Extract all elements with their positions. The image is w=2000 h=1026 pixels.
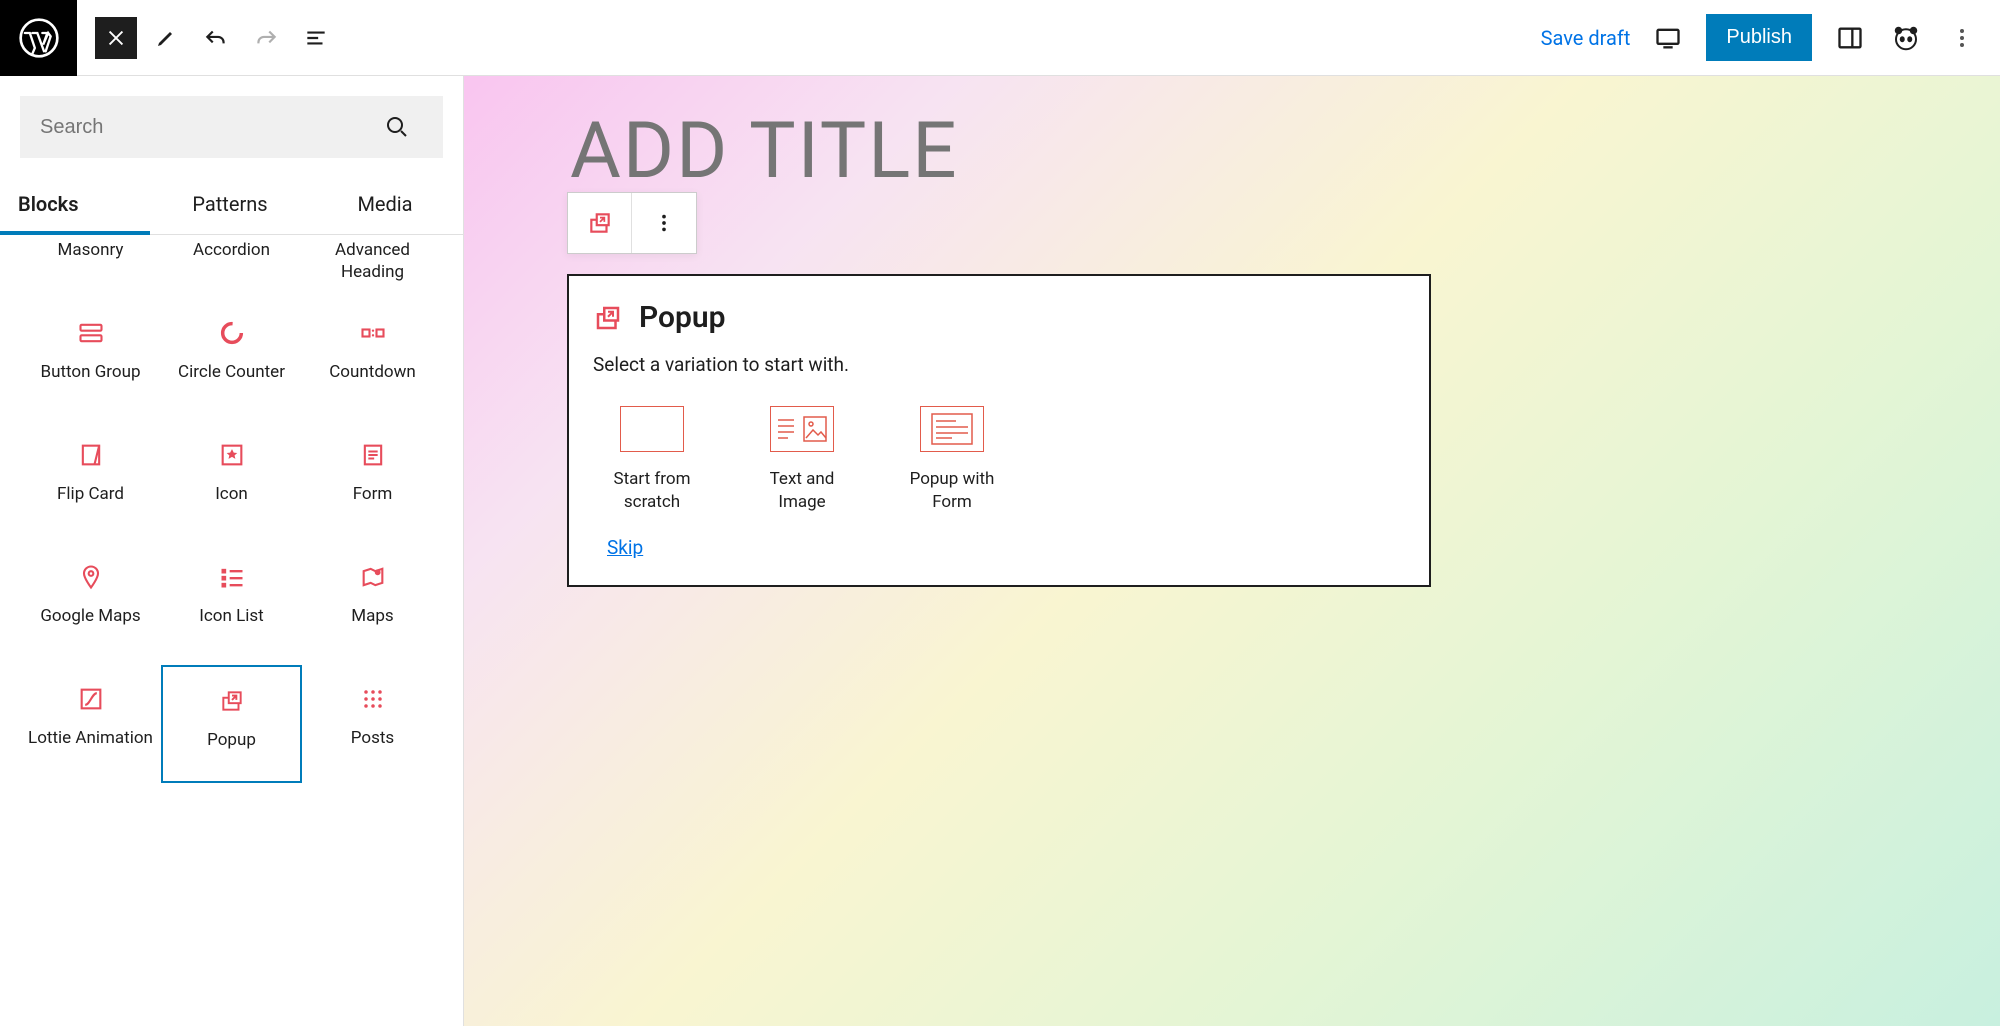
undo-icon (203, 25, 229, 51)
button-group-icon (77, 319, 105, 347)
popup-icon (587, 210, 613, 236)
block-item-posts[interactable]: Posts (302, 665, 443, 783)
preview-button[interactable] (1650, 20, 1686, 56)
settings-sidebar-toggle[interactable] (1832, 20, 1868, 56)
google-maps-icon (77, 563, 105, 591)
redo-button[interactable] (245, 17, 287, 59)
block-label: Maps (351, 605, 393, 627)
tab-patterns[interactable]: Patterns (150, 178, 310, 234)
block-item-button-group[interactable]: Button Group (20, 299, 161, 417)
tab-media[interactable]: Media (310, 178, 460, 234)
editor-canvas[interactable]: ADD TITLE Popup Select a variation to st… (464, 76, 2000, 1026)
popup-icon (593, 303, 623, 333)
block-label: Icon List (199, 605, 263, 627)
editor-left-tools (77, 17, 337, 59)
lottie-icon (77, 685, 105, 713)
block-item-circle-counter[interactable]: Circle Counter (161, 299, 302, 417)
search-input[interactable] (20, 96, 443, 158)
block-item-popup[interactable]: Popup (161, 665, 302, 783)
close-inserter-button[interactable] (95, 17, 137, 59)
wordpress-icon (19, 18, 59, 58)
block-label: Form (353, 483, 393, 505)
block-label: Posts (351, 727, 394, 749)
popup-subtitle: Select a variation to start with. (593, 353, 1405, 376)
block-item-google-maps[interactable]: Google Maps (20, 543, 161, 661)
publish-button[interactable]: Publish (1706, 14, 1812, 61)
popup-block-placeholder: Popup Select a variation to start with. … (567, 274, 1431, 587)
block-label: Button Group (40, 361, 140, 383)
scratch-icon (620, 406, 684, 452)
list-icon (303, 25, 329, 51)
search-icon (385, 115, 409, 139)
variation-label: Text and Image (757, 468, 847, 514)
wp-logo[interactable] (0, 0, 77, 76)
block-label: Google Maps (40, 605, 140, 627)
block-label: Flip Card (57, 483, 124, 505)
block-item-accordion[interactable]: Accordion (161, 239, 302, 295)
countdown-icon (359, 319, 387, 347)
skip-link[interactable]: Skip (593, 536, 643, 559)
block-toolbar (567, 192, 697, 254)
sidebar-icon (1836, 24, 1864, 52)
block-label: Masonry (58, 239, 124, 261)
close-icon (105, 27, 127, 49)
text-image-icon (770, 406, 834, 452)
title-placeholder: ADD TITLE (570, 106, 959, 197)
preview-icon (1654, 24, 1682, 52)
more-vertical-icon (653, 212, 675, 234)
editor-right-tools: Save draft Publish (1541, 14, 1980, 61)
block-options-button[interactable] (632, 193, 696, 253)
inserter-tabs: Blocks Patterns Media (0, 178, 463, 235)
panda-icon (1891, 23, 1921, 53)
block-label: Circle Counter (178, 361, 285, 383)
tab-blocks[interactable]: Blocks (0, 178, 150, 234)
block-label: Advanced Heading (306, 239, 439, 283)
block-type-button[interactable] (568, 193, 632, 253)
variation-label: Start from scratch (607, 468, 697, 514)
flip-card-icon (77, 441, 105, 469)
plugin-account-button[interactable] (1888, 20, 1924, 56)
block-inserter-panel: Blocks Patterns Media Masonry Accordion Ad… (0, 76, 464, 1026)
circle-counter-icon (218, 319, 246, 347)
admin-top-bar: Save draft Publish (0, 0, 2000, 76)
main-area: Blocks Patterns Media Masonry Accordion Ad… (0, 76, 2000, 1026)
redo-icon (253, 25, 279, 51)
icon-icon (218, 441, 246, 469)
edit-tool-button[interactable] (145, 17, 187, 59)
block-label: Popup (207, 729, 256, 751)
block-item-icon-list[interactable]: Icon List (161, 543, 302, 661)
variation-label: Popup with Form (907, 468, 997, 514)
save-draft-button[interactable]: Save draft (1541, 26, 1631, 50)
block-label: Lottie Animation (28, 727, 153, 749)
maps-icon (359, 563, 387, 591)
form-icon (359, 441, 387, 469)
block-label: Countdown (329, 361, 416, 383)
block-item-flip-card[interactable]: Flip Card (20, 421, 161, 539)
block-label: Icon (215, 483, 248, 505)
blocks-panel: Masonry Accordion Advanced Heading Button G… (0, 235, 463, 1026)
block-item-lottie[interactable]: Lottie Animation (20, 665, 161, 783)
block-item-countdown[interactable]: Countdown (302, 299, 443, 417)
search-wrap (0, 76, 463, 178)
variation-with-form[interactable]: Popup with Form (907, 406, 997, 514)
options-menu-button[interactable] (1944, 20, 1980, 56)
popup-block-title: Popup (639, 300, 726, 335)
more-vertical-icon (1950, 26, 1974, 50)
block-item-masonry[interactable]: Masonry (20, 239, 161, 295)
document-overview-button[interactable] (295, 17, 337, 59)
block-item-icon[interactable]: Icon (161, 421, 302, 539)
block-label: Accordion (193, 239, 270, 261)
popup-icon (218, 687, 246, 715)
edit-icon (154, 26, 178, 50)
block-item-maps[interactable]: Maps (302, 543, 443, 661)
undo-button[interactable] (195, 17, 237, 59)
block-item-advanced-heading[interactable]: Advanced Heading (302, 239, 443, 295)
variation-scratch[interactable]: Start from scratch (607, 406, 697, 514)
block-item-form[interactable]: Form (302, 421, 443, 539)
variation-text-image[interactable]: Text and Image (757, 406, 847, 514)
icon-list-icon (218, 563, 246, 591)
with-form-icon (920, 406, 984, 452)
posts-icon (359, 685, 387, 713)
